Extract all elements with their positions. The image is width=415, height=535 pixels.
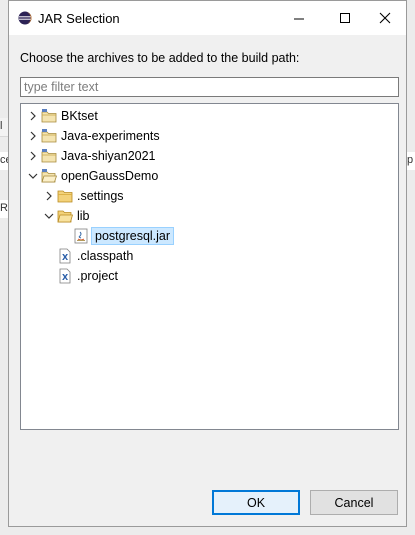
filter-input[interactable] — [20, 77, 399, 97]
jar-selection-dialog: JAR Selection Choose the archives to be … — [8, 0, 407, 527]
xml-file-icon: X — [59, 248, 71, 264]
eclipse-icon — [18, 11, 32, 25]
minimize-icon — [294, 18, 304, 20]
tree-item-label: BKtset — [61, 109, 98, 123]
folder-open-icon — [57, 210, 73, 223]
tree-item-label: .classpath — [77, 249, 134, 263]
tree-item-label: postgresql.jar — [91, 227, 175, 245]
tree-item-classpath[interactable]: X .classpath — [21, 246, 398, 266]
tree-item-label: Java-shiyan2021 — [61, 149, 156, 163]
xml-file-icon: X — [59, 268, 71, 284]
jar-file-icon — [74, 228, 88, 244]
tree-item-settings[interactable]: .settings — [21, 186, 398, 206]
ok-button[interactable]: OK — [212, 490, 300, 515]
chevron-right-icon[interactable] — [27, 130, 39, 142]
tree-item-lib[interactable]: lib — [21, 206, 398, 226]
close-button[interactable] — [362, 1, 408, 35]
tree-item-label: .project — [77, 269, 118, 283]
window-title: JAR Selection — [38, 11, 120, 26]
tree-item-postgresql-jar[interactable]: postgresql.jar — [21, 226, 398, 246]
background-editor-fragment: p — [407, 152, 415, 170]
project-folder-open-icon — [41, 169, 57, 183]
background-editor-fragment: ce — [0, 152, 12, 170]
background-editor-fragment: l — [0, 118, 8, 137]
tree-item-project[interactable]: X .project — [21, 266, 398, 286]
chevron-right-icon[interactable] — [27, 150, 39, 162]
dialog-message: Choose the archives to be added to the b… — [20, 51, 300, 65]
tree-item-label: Java-experiments — [61, 129, 160, 143]
background-editor-fragment: RE — [0, 200, 15, 218]
tree-item-label: openGaussDemo — [61, 169, 159, 183]
maximize-icon — [340, 13, 350, 23]
cancel-button[interactable]: Cancel — [310, 490, 398, 515]
chevron-right-icon[interactable] — [27, 110, 39, 122]
tree-item-label: lib — [77, 209, 90, 223]
svg-text:X: X — [62, 273, 69, 282]
archive-tree[interactable]: BKtset Java-experiments Java-shiyan2021 — [20, 103, 399, 430]
project-folder-icon — [41, 149, 57, 163]
chevron-down-icon[interactable] — [43, 210, 55, 222]
chevron-down-icon[interactable] — [27, 170, 39, 182]
project-folder-icon — [41, 129, 57, 143]
tree-item-bktset[interactable]: BKtset — [21, 106, 398, 126]
tree-item-label: .settings — [77, 189, 124, 203]
svg-text:X: X — [62, 253, 69, 262]
minimize-button[interactable] — [276, 1, 322, 35]
title-bar[interactable]: JAR Selection — [9, 1, 406, 35]
tree-item-java-shiyan2021[interactable]: Java-shiyan2021 — [21, 146, 398, 166]
tree-item-opengaussdemo[interactable]: openGaussDemo — [21, 166, 398, 186]
chevron-right-icon[interactable] — [43, 190, 55, 202]
project-folder-icon — [41, 109, 57, 123]
tree-item-java-experiments[interactable]: Java-experiments — [21, 126, 398, 146]
close-icon — [379, 12, 391, 24]
folder-icon — [57, 190, 73, 203]
